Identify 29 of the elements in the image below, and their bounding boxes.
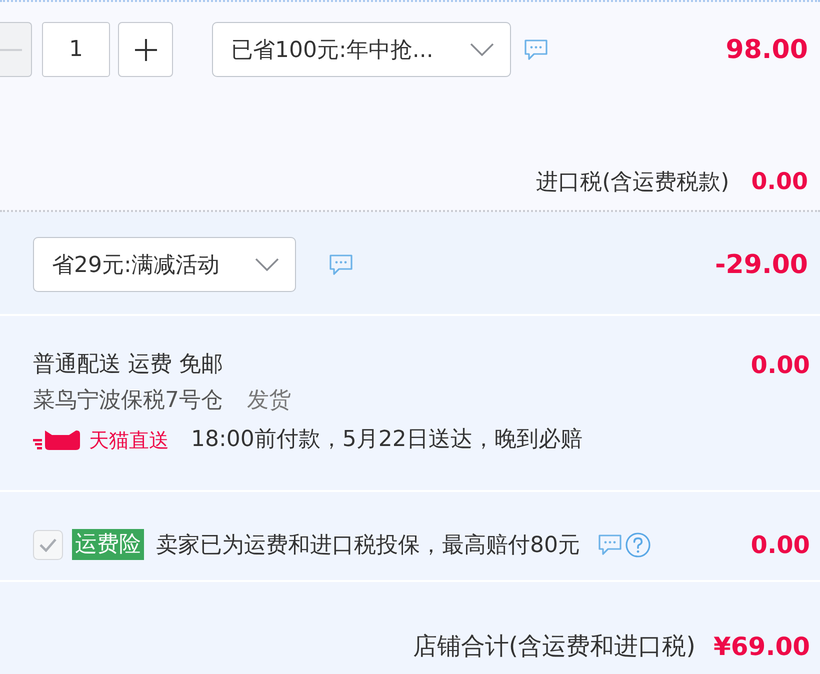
total-amount: ¥69.00 (714, 632, 810, 660)
delivery-method: 普通配送 运费 免邮 (33, 351, 223, 379)
discount-dropdown[interactable]: 省29元:满减活动 (33, 237, 296, 292)
cat-head-icon (33, 429, 81, 451)
chat-icon[interactable] (329, 254, 353, 276)
warehouse-name: 菜鸟宁波保税7号仓 (33, 387, 223, 415)
check-icon (39, 538, 57, 552)
chevron-down-icon (470, 43, 494, 56)
increase-button[interactable] (118, 22, 173, 77)
quantity-field[interactable]: 1 (42, 22, 110, 77)
ship-label: 发货 (247, 387, 291, 415)
tax-amount: 0.00 (751, 169, 808, 195)
plus-icon (134, 38, 156, 60)
total-label: 店铺合计(含运费和进口税) (412, 631, 696, 662)
insurance-tag: 运费险 (72, 529, 144, 560)
delivery-promise: 18:00前付款，5月22日送达，晚到必赔 (191, 426, 582, 454)
chevron-down-icon (255, 258, 279, 271)
insurance-amount: 0.00 (750, 530, 810, 558)
insurance-text: 卖家已为运费和进口税投保，最高赔付80元 (156, 532, 580, 560)
discount-amount: -29.00 (714, 250, 808, 280)
help-icon[interactable] (625, 532, 651, 558)
tax-label: 进口税(含运费税款) (536, 169, 730, 197)
service-label: 天猫直送 (89, 427, 169, 454)
chat-icon[interactable] (598, 534, 622, 556)
item-price: 98.00 (726, 34, 808, 64)
shipping-fee: 0.00 (750, 351, 810, 379)
chat-icon[interactable] (524, 38, 548, 60)
minus-icon (0, 48, 22, 50)
promo-dropdown[interactable]: 已省100元:年中抢... (212, 22, 511, 77)
